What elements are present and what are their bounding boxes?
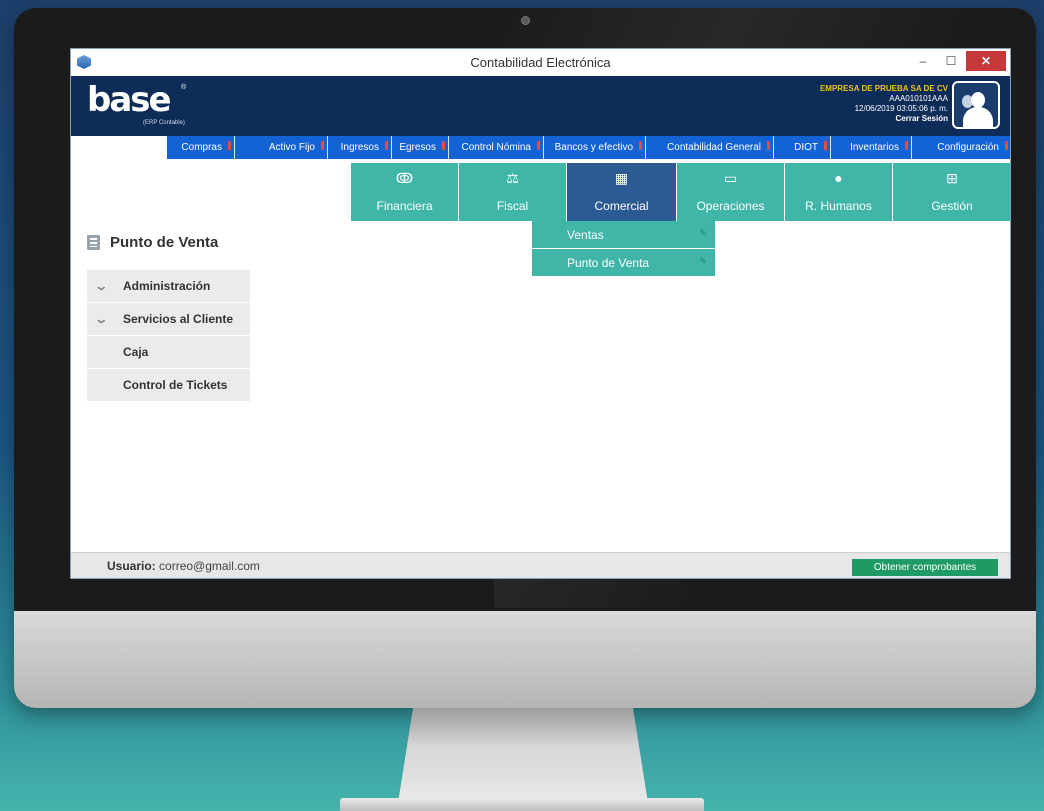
pin-icon (442, 141, 445, 150)
pin-icon (1005, 141, 1008, 150)
pin-icon (321, 141, 324, 150)
sidebar-item-servicios-cliente[interactable]: ⌄ Servicios al Cliente (87, 303, 250, 336)
company-name: EMPRESA DE PRUEBA SA DE CV (819, 84, 948, 93)
pin-icon (537, 141, 540, 150)
tab-comercial[interactable]: ▦ Comercial (567, 163, 677, 221)
link-icon: ↂ (395, 170, 414, 186)
app-window: Contabilidad Electrónica – ☐ ✕ base ® (E… (70, 48, 1011, 579)
tab-r-humanos[interactable]: ● R. Humanos (785, 163, 893, 221)
monitor-icon: ▭ (723, 170, 738, 186)
monitor-chin (14, 611, 1036, 708)
pin-icon (824, 141, 827, 150)
module-activo-fijo[interactable]: Activo Fijo (235, 136, 328, 159)
webcam (521, 16, 530, 25)
pin-icon (228, 141, 231, 150)
building-icon (87, 235, 100, 250)
title-bar: Contabilidad Electrónica – ☐ ✕ (71, 49, 1010, 76)
app-icon (77, 55, 91, 69)
company-rfc: AAA010101AAA (889, 94, 948, 103)
pin-icon (905, 141, 908, 150)
maximize-icon[interactable]: ☐ (938, 51, 964, 71)
base-logo: base ® (ERP Contable) (87, 80, 187, 126)
module-bar: Compras Activo Fijo Ingresos Egresos Con… (71, 136, 1010, 159)
pin-icon (639, 141, 642, 150)
chevron-down-icon: ⌄ (94, 312, 109, 326)
module-contabilidad-general[interactable]: Contabilidad General (646, 136, 774, 159)
user-info: Usuario: correo@gmail.com (107, 559, 260, 573)
menu-item-punto-de-venta[interactable]: Punto de Venta ✎ (532, 249, 715, 277)
pin-icon (767, 141, 770, 150)
sidebar-menu: ⌄ Administración ⌄ Servicios al Cliente … (87, 270, 250, 402)
module-bancos[interactable]: Bancos y efectivo (544, 136, 646, 159)
module-configuracion[interactable]: Configuración (912, 136, 1010, 159)
tab-financiera[interactable]: ↂ Financiera (351, 163, 459, 221)
avatar[interactable] (952, 81, 1000, 129)
pin-icon (385, 141, 388, 150)
chevron-down-icon: ⌄ (94, 279, 109, 293)
tab-gestion[interactable]: ⊞ Gestión (893, 163, 1010, 221)
sidebar-item-caja[interactable]: Caja (87, 336, 250, 369)
tab-fiscal[interactable]: ⚖ Fiscal (459, 163, 567, 221)
module-egresos[interactable]: Egresos (392, 136, 449, 159)
tab-operaciones[interactable]: ▭ Operaciones (677, 163, 785, 221)
menu-item-ventas[interactable]: Ventas ✎ (532, 221, 715, 249)
org-chart-icon: ⊞ (946, 170, 958, 186)
pin-icon[interactable]: ✎ (699, 256, 707, 267)
session-datetime: 12/06/2019 03:05:06 p. m. (854, 104, 948, 113)
status-bar: Usuario: correo@gmail.com Obtener compro… (71, 552, 1010, 578)
sidebar-item-control-tickets[interactable]: Control de Tickets (87, 369, 250, 402)
module-compras[interactable]: Compras (167, 136, 235, 159)
pin-icon[interactable]: ✎ (699, 228, 707, 239)
sidebar-item-administracion[interactable]: ⌄ Administración (87, 270, 250, 303)
scale-icon: ⚖ (506, 170, 519, 186)
company-info: EMPRESA DE PRUEBA SA DE CV AAA010101AAA … (820, 84, 948, 124)
module-diot[interactable]: DIOT (774, 136, 831, 159)
module-inventarios[interactable]: Inventarios (831, 136, 912, 159)
person-icon: ● (834, 170, 843, 186)
monitor-stand-base (340, 798, 704, 811)
app-header: base ® (ERP Contable) EMPRESA DE PRUEBA … (71, 76, 1010, 136)
logout-link[interactable]: Cerrar Sesión (820, 114, 948, 124)
minimize-icon[interactable]: – (910, 51, 936, 71)
close-icon[interactable]: ✕ (966, 51, 1006, 71)
comercial-dropdown: Ventas ✎ Punto de Venta ✎ (532, 221, 715, 277)
module-ingresos[interactable]: Ingresos (328, 136, 392, 159)
page-title: Punto de Venta (87, 234, 218, 251)
monitor-frame: Contabilidad Electrónica – ☐ ✕ base ® (E… (14, 8, 1036, 708)
module-control-nomina[interactable]: Control Nómina (449, 136, 544, 159)
obtener-comprobantes-button[interactable]: Obtener comprobantes (852, 559, 998, 576)
window-title: Contabilidad Electrónica (470, 55, 611, 70)
building-icon: ▦ (614, 170, 629, 186)
monitor-stand (398, 708, 648, 803)
